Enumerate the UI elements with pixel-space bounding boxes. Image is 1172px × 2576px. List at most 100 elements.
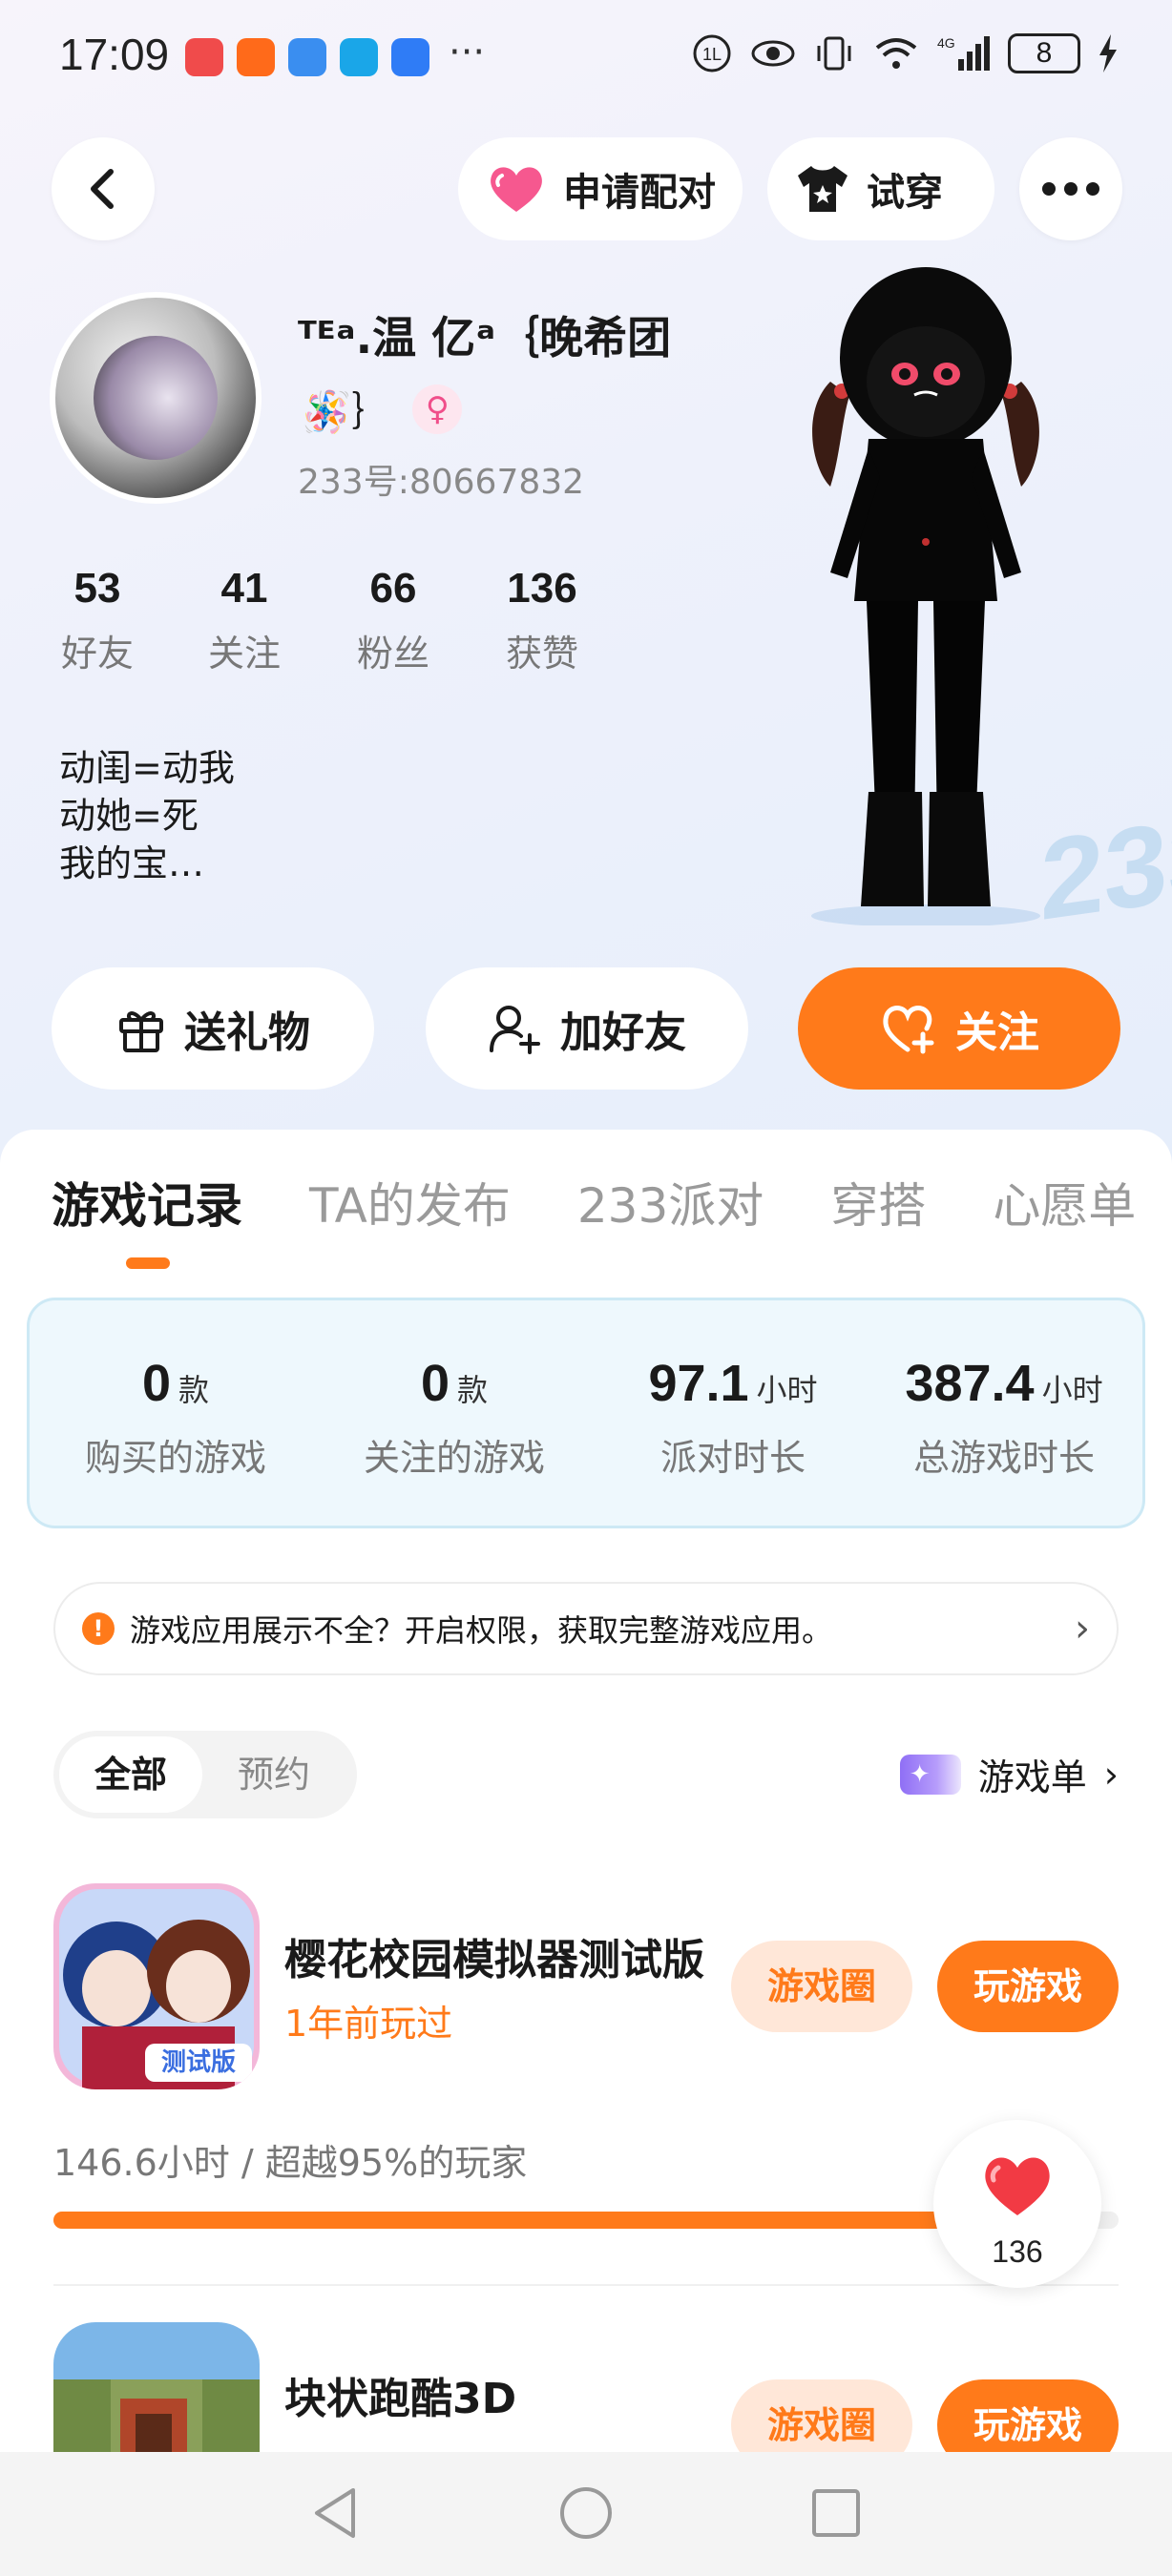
- gstat-value: 0: [420, 1355, 450, 1412]
- permission-notice-banner[interactable]: ! 游戏应用展示不全？开启权限，获取完整游戏应用。 ›: [53, 1582, 1119, 1675]
- decorative-233-logo: 233: [1040, 789, 1172, 945]
- game-item: 块状跑酷3D 游戏圈 玩游戏: [53, 2322, 1119, 2452]
- row-divider: [53, 2284, 1119, 2286]
- user-bio: 动闺=动我 动她=死 我的宝…: [59, 744, 235, 887]
- game-title[interactable]: 块状跑酷3D: [284, 2364, 516, 2425]
- charging-icon: [1099, 34, 1117, 73]
- stat-number: 136: [507, 565, 577, 612]
- stat-number: 66: [369, 565, 417, 612]
- play-game-button[interactable]: 玩游戏: [937, 2379, 1119, 2452]
- request-pairing-button[interactable]: 申请配对: [458, 137, 743, 240]
- tab-posts[interactable]: TA的发布: [309, 1168, 511, 1236]
- back-button[interactable]: [52, 137, 155, 240]
- game-circle-button[interactable]: 游戏圈: [731, 1941, 912, 2032]
- status-time: 17:09: [59, 30, 170, 79]
- add-friend-label: 加好友: [560, 1008, 686, 1057]
- stat-label: 好友: [60, 633, 134, 675]
- stat-label: 获赞: [505, 633, 578, 675]
- follow-button[interactable]: 关注: [798, 967, 1120, 1090]
- warning-icon: !: [82, 1612, 115, 1645]
- game-list-link[interactable]: ✦ 游戏单 ›: [899, 1748, 1119, 1800]
- user-avatar[interactable]: [50, 292, 262, 504]
- gstat-unit: 款: [178, 1373, 210, 1407]
- nickname-continuation: 🪅｝: [302, 388, 392, 435]
- send-gift-button[interactable]: 送礼物: [52, 967, 374, 1090]
- system-icons: 1L 4G 8: [691, 32, 1119, 74]
- try-on-button[interactable]: 试穿: [767, 137, 994, 240]
- filter-all[interactable]: 全部: [59, 1736, 202, 1813]
- user-id: 233号:80667832: [298, 463, 585, 502]
- gstat-label: 派对时长: [659, 1437, 806, 1479]
- try-on-label: 试穿: [867, 171, 943, 215]
- tab-wishlist[interactable]: 心愿单: [993, 1168, 1136, 1236]
- tshirt-icon: [798, 166, 848, 212]
- user-nickname: ᵀᴱᵃ.温 亿ᵃ｛晚希团: [298, 312, 672, 364]
- gstat-value-row: 0款: [316, 1354, 593, 1413]
- active-tab-indicator: [126, 1257, 170, 1269]
- add-friend-button[interactable]: 加好友: [426, 967, 748, 1090]
- game-icon-sakura-school[interactable]: 测试版: [53, 1883, 260, 2089]
- notification-app-icon: [391, 38, 429, 76]
- gstat-value: 97.1: [648, 1355, 749, 1412]
- follow-label: 关注: [955, 1008, 1039, 1057]
- game-filter-toggle: 全部 预约: [53, 1731, 357, 1818]
- gift-icon: [119, 1011, 163, 1052]
- game-icon-block-parkour[interactable]: [53, 2322, 260, 2452]
- stat-label: 关注: [207, 633, 281, 675]
- heart-plus-icon: [883, 1006, 934, 1054]
- notification-app-icon: [237, 38, 275, 76]
- gstat-label: 关注的游戏: [363, 1437, 545, 1479]
- more-options-button[interactable]: [1019, 137, 1122, 240]
- bio-line: 动闺=动我: [59, 747, 235, 789]
- gstat-unit: 小时: [1041, 1373, 1103, 1407]
- svg-text:1L: 1L: [702, 45, 722, 64]
- notification-app-icon: [340, 38, 378, 76]
- gstat-unit: 款: [457, 1373, 489, 1407]
- nav-recents-icon[interactable]: [807, 2484, 865, 2542]
- tab-outfits[interactable]: 穿搭: [830, 1168, 926, 1236]
- tab-233-party[interactable]: 233派对: [577, 1168, 764, 1236]
- stat-fans[interactable]: 66 粉丝: [336, 565, 450, 676]
- send-gift-label: 送礼物: [184, 1008, 310, 1057]
- nav-home-icon[interactable]: [557, 2484, 615, 2542]
- more-dots-icon: [1042, 182, 1099, 196]
- battery-icon: 8: [1008, 33, 1080, 73]
- status-bar: 17:09 ··· 1L 4G 8: [0, 0, 1172, 114]
- game-stats-card: 0款 购买的游戏 0款 关注的游戏 97.1 小时 派对时长 387.4 小时 总游…: [27, 1298, 1145, 1528]
- filter-reserved[interactable]: 预约: [202, 1736, 345, 1813]
- notification-app-icon: [185, 38, 223, 76]
- play-game-button[interactable]: 玩游戏: [937, 1941, 1119, 2032]
- stat-label: 粉丝: [356, 633, 429, 675]
- nickname-continuation-row: 🪅｝ ♀: [302, 380, 463, 438]
- tab-game-records[interactable]: 游戏记录: [52, 1168, 242, 1236]
- like-count: 136: [992, 2234, 1043, 2269]
- hd-call-icon: 1L: [693, 34, 731, 73]
- playtime-progress-fill: [53, 2212, 1066, 2229]
- stat-likes[interactable]: 136 获赞: [485, 565, 599, 676]
- add-user-icon: [490, 1006, 540, 1054]
- game-title[interactable]: 樱花校园模拟器测试版: [284, 1925, 704, 1986]
- system-navigation-bar: [0, 2452, 1172, 2576]
- gstat-unit: 小时: [756, 1373, 818, 1407]
- svg-text:测试版: 测试版: [161, 2048, 236, 2077]
- stat-following[interactable]: 41 关注: [187, 565, 302, 676]
- avatar-character[interactable]: [792, 258, 1059, 925]
- game-circle-button[interactable]: 游戏圈: [731, 2379, 912, 2452]
- eye-comfort-icon: [751, 40, 795, 67]
- stat-party-hours: 97.1 小时 派对时长: [595, 1354, 871, 1481]
- stat-purchased-games: 0款 购买的游戏: [37, 1354, 314, 1481]
- gstat-value-row: 0款: [37, 1354, 314, 1413]
- game-list-label: 游戏单: [977, 1756, 1087, 1798]
- nav-back-icon[interactable]: [307, 2484, 365, 2542]
- bio-line: 动她=死: [59, 795, 199, 837]
- stat-total-game-hours: 387.4 小时 总游戏时长: [866, 1354, 1142, 1481]
- like-button[interactable]: 136: [933, 2120, 1101, 2288]
- more-notifications-icon: ···: [449, 31, 486, 74]
- stat-friends[interactable]: 53 好友: [40, 565, 155, 676]
- stat-number: 53: [73, 565, 121, 612]
- gstat-value: 0: [141, 1355, 172, 1412]
- heart-icon: [491, 167, 542, 212]
- game-playtime: 146.6小时 / 超越95%的玩家: [53, 2142, 528, 2184]
- female-gender-icon: ♀: [412, 384, 463, 434]
- gstat-value: 387.4: [905, 1355, 1035, 1412]
